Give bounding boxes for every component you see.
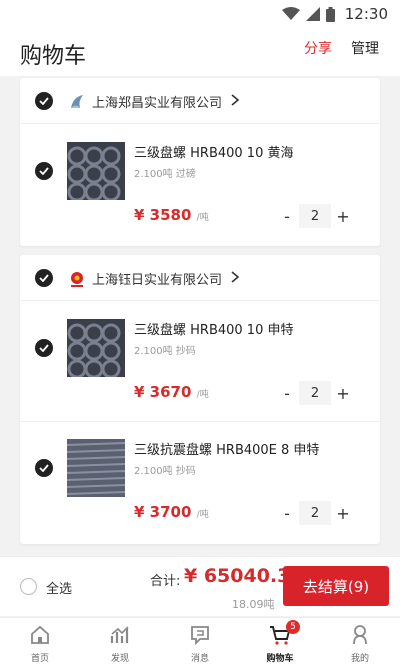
check-icon bbox=[39, 167, 49, 175]
checkout-button[interactable]: 去结算(9) bbox=[283, 566, 389, 606]
item-spec: 2.100吨 抄码 bbox=[134, 346, 196, 357]
item-price: ¥ 3670 /吨 bbox=[134, 383, 209, 401]
qty-minus-button[interactable]: - bbox=[277, 381, 297, 405]
qty-input[interactable]: 2 bbox=[299, 381, 331, 405]
shop-card: 上海钰日实业有限公司 三级盘螺 HRB400 10 申特 2.100吨 抄码 ¥… bbox=[20, 255, 380, 544]
total-weight: 18.09吨 bbox=[232, 598, 275, 611]
select-all-label[interactable]: 全选 bbox=[46, 578, 72, 597]
item-title[interactable]: 三级抗震盘螺 HRB400E 8 申特 bbox=[134, 439, 319, 458]
item-price: ¥ 3580 /吨 bbox=[134, 206, 209, 224]
check-icon bbox=[39, 344, 49, 352]
select-all-radio[interactable] bbox=[20, 578, 37, 595]
tab-label: 消息 bbox=[190, 654, 209, 664]
quantity-stepper: - 2 + bbox=[277, 381, 353, 405]
checkout-bar: 全选 合计: ¥ 65040.3 18.09吨 去结算(9) bbox=[0, 556, 400, 616]
signal-icon bbox=[305, 7, 320, 21]
price-unit: /吨 bbox=[196, 510, 209, 520]
share-button[interactable]: 分享 bbox=[304, 38, 332, 58]
check-icon bbox=[39, 464, 49, 472]
shop-name[interactable]: 上海钰日实业有限公司 bbox=[92, 269, 222, 288]
product-image[interactable] bbox=[67, 439, 125, 497]
tab-home[interactable]: 首页 bbox=[0, 618, 80, 666]
qty-minus-button[interactable]: - bbox=[277, 204, 297, 228]
qty-plus-button[interactable]: + bbox=[333, 501, 353, 525]
home-icon bbox=[31, 625, 49, 644]
manage-button[interactable]: 管理 bbox=[351, 38, 379, 58]
shop-logo-icon bbox=[71, 272, 83, 287]
tab-messages[interactable]: 消息 bbox=[160, 618, 240, 666]
price-value: ¥ 3670 bbox=[134, 383, 192, 401]
quantity-stepper: - 2 + bbox=[277, 501, 353, 525]
total-amount: ¥ 65040.3 bbox=[184, 565, 291, 587]
status-bar: 12:30 bbox=[0, 0, 400, 28]
product-image[interactable] bbox=[67, 319, 125, 377]
item-title[interactable]: 三级盘螺 HRB400 10 黄海 bbox=[134, 142, 293, 161]
qty-minus-button[interactable]: - bbox=[277, 501, 297, 525]
item-checkbox[interactable] bbox=[35, 162, 53, 180]
item-spec: 2.100吨 过磅 bbox=[134, 169, 196, 180]
product-image[interactable] bbox=[67, 142, 125, 200]
wifi-icon bbox=[281, 7, 300, 20]
item-price: ¥ 3700 /吨 bbox=[134, 503, 209, 521]
shop-card: 上海郑昌实业有限公司 三级盘螺 HRB400 10 黄海 2.100吨 过磅 ¥… bbox=[20, 78, 380, 246]
qty-plus-button[interactable]: + bbox=[333, 204, 353, 228]
status-time: 12:30 bbox=[344, 5, 388, 23]
header: 购物车 分享 管理 bbox=[0, 28, 400, 76]
qty-input[interactable]: 2 bbox=[299, 501, 331, 525]
tab-discover[interactable]: 发现 bbox=[80, 618, 160, 666]
quantity-stepper: - 2 + bbox=[277, 204, 353, 228]
qty-input[interactable]: 2 bbox=[299, 204, 331, 228]
cart-item: 三级盘螺 HRB400 10 黄海 2.100吨 过磅 ¥ 3580 /吨 - … bbox=[20, 124, 380, 244]
cart-item: 三级抗震盘螺 HRB400E 8 申特 2.100吨 抄码 ¥ 3700 /吨 … bbox=[20, 421, 380, 541]
tab-profile[interactable]: 我的 bbox=[320, 618, 400, 666]
shop-header[interactable]: 上海钰日实业有限公司 bbox=[20, 255, 380, 301]
shop-checkbox[interactable] bbox=[35, 92, 53, 110]
tab-bar: 首页 发现 消息 5 购物车 我的 bbox=[0, 617, 400, 666]
item-checkbox[interactable] bbox=[35, 459, 53, 477]
page-title: 购物车 bbox=[20, 44, 87, 69]
shop-name[interactable]: 上海郑昌实业有限公司 bbox=[92, 92, 222, 111]
shop-logo-icon bbox=[71, 95, 83, 108]
tab-label: 首页 bbox=[30, 654, 49, 664]
cart-item: 三级盘螺 HRB400 10 申特 2.100吨 抄码 ¥ 3670 /吨 - … bbox=[20, 301, 380, 421]
price-unit: /吨 bbox=[196, 390, 209, 400]
battery-icon bbox=[325, 6, 335, 22]
shop-checkbox[interactable] bbox=[35, 269, 53, 287]
item-spec: 2.100吨 抄码 bbox=[134, 466, 196, 477]
tab-label: 发现 bbox=[110, 654, 129, 664]
chevron-right-icon[interactable] bbox=[228, 93, 242, 107]
cart-badge: 5 bbox=[286, 620, 300, 634]
qty-plus-button[interactable]: + bbox=[333, 381, 353, 405]
tab-label: 购物车 bbox=[266, 654, 294, 664]
check-icon bbox=[39, 274, 49, 282]
chart-icon bbox=[110, 626, 129, 643]
price-unit: /吨 bbox=[196, 213, 209, 223]
price-value: ¥ 3580 bbox=[134, 206, 192, 224]
item-checkbox[interactable] bbox=[35, 339, 53, 357]
user-icon bbox=[353, 625, 367, 645]
chevron-right-icon[interactable] bbox=[228, 270, 242, 284]
tab-cart[interactable]: 5 购物车 bbox=[240, 618, 320, 666]
shop-header[interactable]: 上海郑昌实业有限公司 bbox=[20, 78, 380, 124]
price-value: ¥ 3700 bbox=[134, 503, 192, 521]
check-icon bbox=[39, 97, 49, 105]
item-title[interactable]: 三级盘螺 HRB400 10 申特 bbox=[134, 319, 293, 338]
tab-label: 我的 bbox=[350, 654, 369, 664]
message-icon bbox=[191, 626, 209, 646]
total-label: 合计: bbox=[150, 574, 181, 589]
